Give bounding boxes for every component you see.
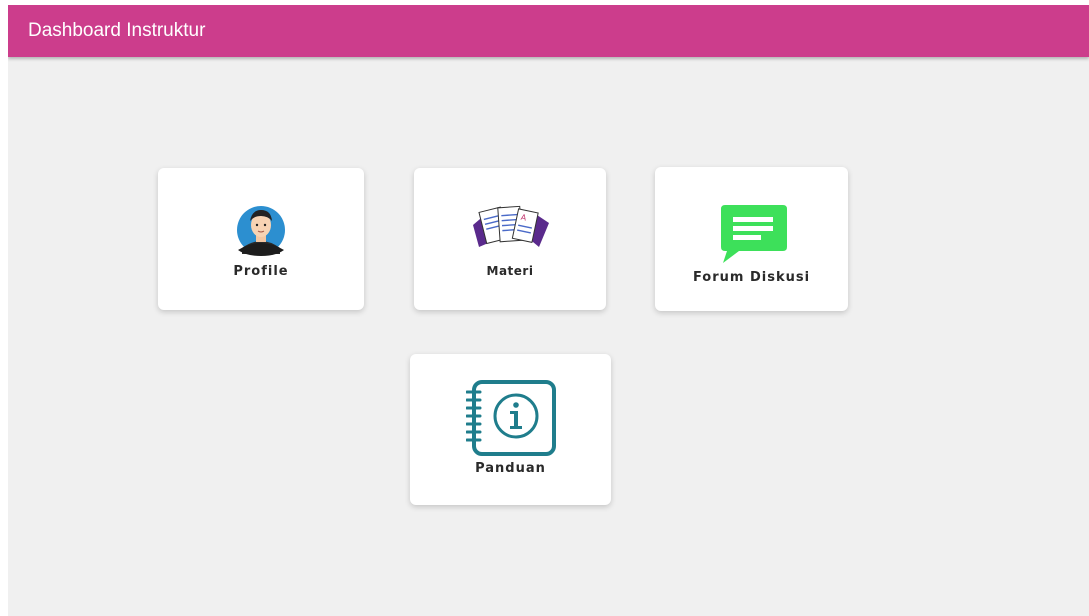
profile-label: Profile — [233, 264, 289, 279]
user-avatar-icon — [224, 204, 298, 265]
forum-diskusi-card[interactable]: Forum Diskusi — [655, 167, 848, 311]
top-bar: Dashboard Instruktur — [8, 5, 1089, 57]
app-window: Dashboard Instruktur Profile A Materi Fo… — [8, 5, 1089, 616]
chat-icon — [719, 205, 789, 268]
panduan-label: Panduan — [475, 461, 546, 476]
materi-label: Materi — [486, 264, 534, 278]
profile-card[interactable]: Profile — [158, 168, 364, 310]
panduan-card[interactable]: Panduan — [410, 354, 611, 505]
documents-icon: A — [469, 203, 553, 256]
materi-card[interactable]: A Materi — [414, 168, 606, 310]
page-title: Dashboard Instruktur — [28, 20, 206, 41]
info-notebook-icon — [465, 378, 558, 463]
forum-diskusi-label: Forum Diskusi — [692, 270, 811, 285]
